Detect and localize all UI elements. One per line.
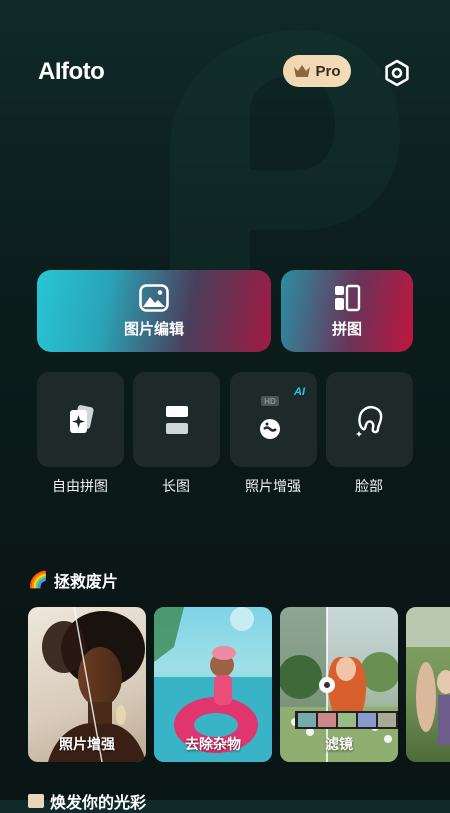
free-collage-label: 自由拼图	[52, 478, 108, 494]
section-title-rescue: 🌈 拯救废片	[28, 568, 118, 592]
cards-icon	[69, 404, 94, 433]
gallery-icon	[28, 794, 44, 808]
image-edit-button[interactable]: 图片编辑	[37, 270, 271, 352]
collage-button[interactable]: 拼图	[281, 270, 413, 352]
partial-image	[406, 607, 450, 745]
photo-enhance-label: 照片增强	[245, 478, 301, 494]
rescue-card-label: 照片增强	[59, 736, 115, 752]
settings-button[interactable]	[380, 56, 414, 90]
app-logo: AIfoto	[38, 58, 105, 85]
rescue-card-label: 去除杂物	[185, 736, 241, 752]
pro-upgrade-button[interactable]: Pro	[283, 55, 351, 87]
rescue-card-enhance[interactable]: 照片增强	[28, 607, 146, 762]
section-title-next-text: 焕发你的光彩	[50, 795, 147, 812]
hd-text: HD	[264, 397, 276, 406]
face-tile[interactable]	[326, 372, 413, 467]
rainbow-icon: 🌈	[28, 572, 48, 589]
long-image-icon	[165, 405, 188, 434]
rescue-card-remove[interactable]: 去除杂物	[154, 607, 272, 762]
pro-label: Pro	[315, 62, 341, 80]
section-title-next: 焕发你的光彩	[28, 789, 146, 813]
face-icon	[355, 405, 382, 437]
rescue-card-filter[interactable]: 滤镜	[280, 607, 398, 762]
ai-badge: AI	[294, 386, 305, 398]
enhance-icon: HD	[259, 395, 280, 439]
crown-icon	[294, 65, 311, 77]
rescue-card-partial[interactable]	[406, 607, 450, 762]
free-collage-tile[interactable]	[37, 372, 124, 467]
gear-icon	[385, 59, 409, 87]
section-title-text: 拯救废片	[53, 574, 118, 591]
image-edit-label: 图片编辑	[123, 320, 184, 338]
header: AIfoto Pro	[0, 0, 450, 110]
rescue-card-label: 滤镜	[325, 736, 353, 752]
long-image-label: 长图	[162, 478, 190, 494]
long-image-tile[interactable]	[133, 372, 220, 467]
photo-enhance-tile[interactable]: AI HD	[230, 372, 317, 467]
collage-icon	[335, 284, 361, 311]
image-icon	[139, 283, 169, 312]
face-label: 脸部	[355, 478, 383, 494]
collage-label: 拼图	[331, 320, 362, 338]
